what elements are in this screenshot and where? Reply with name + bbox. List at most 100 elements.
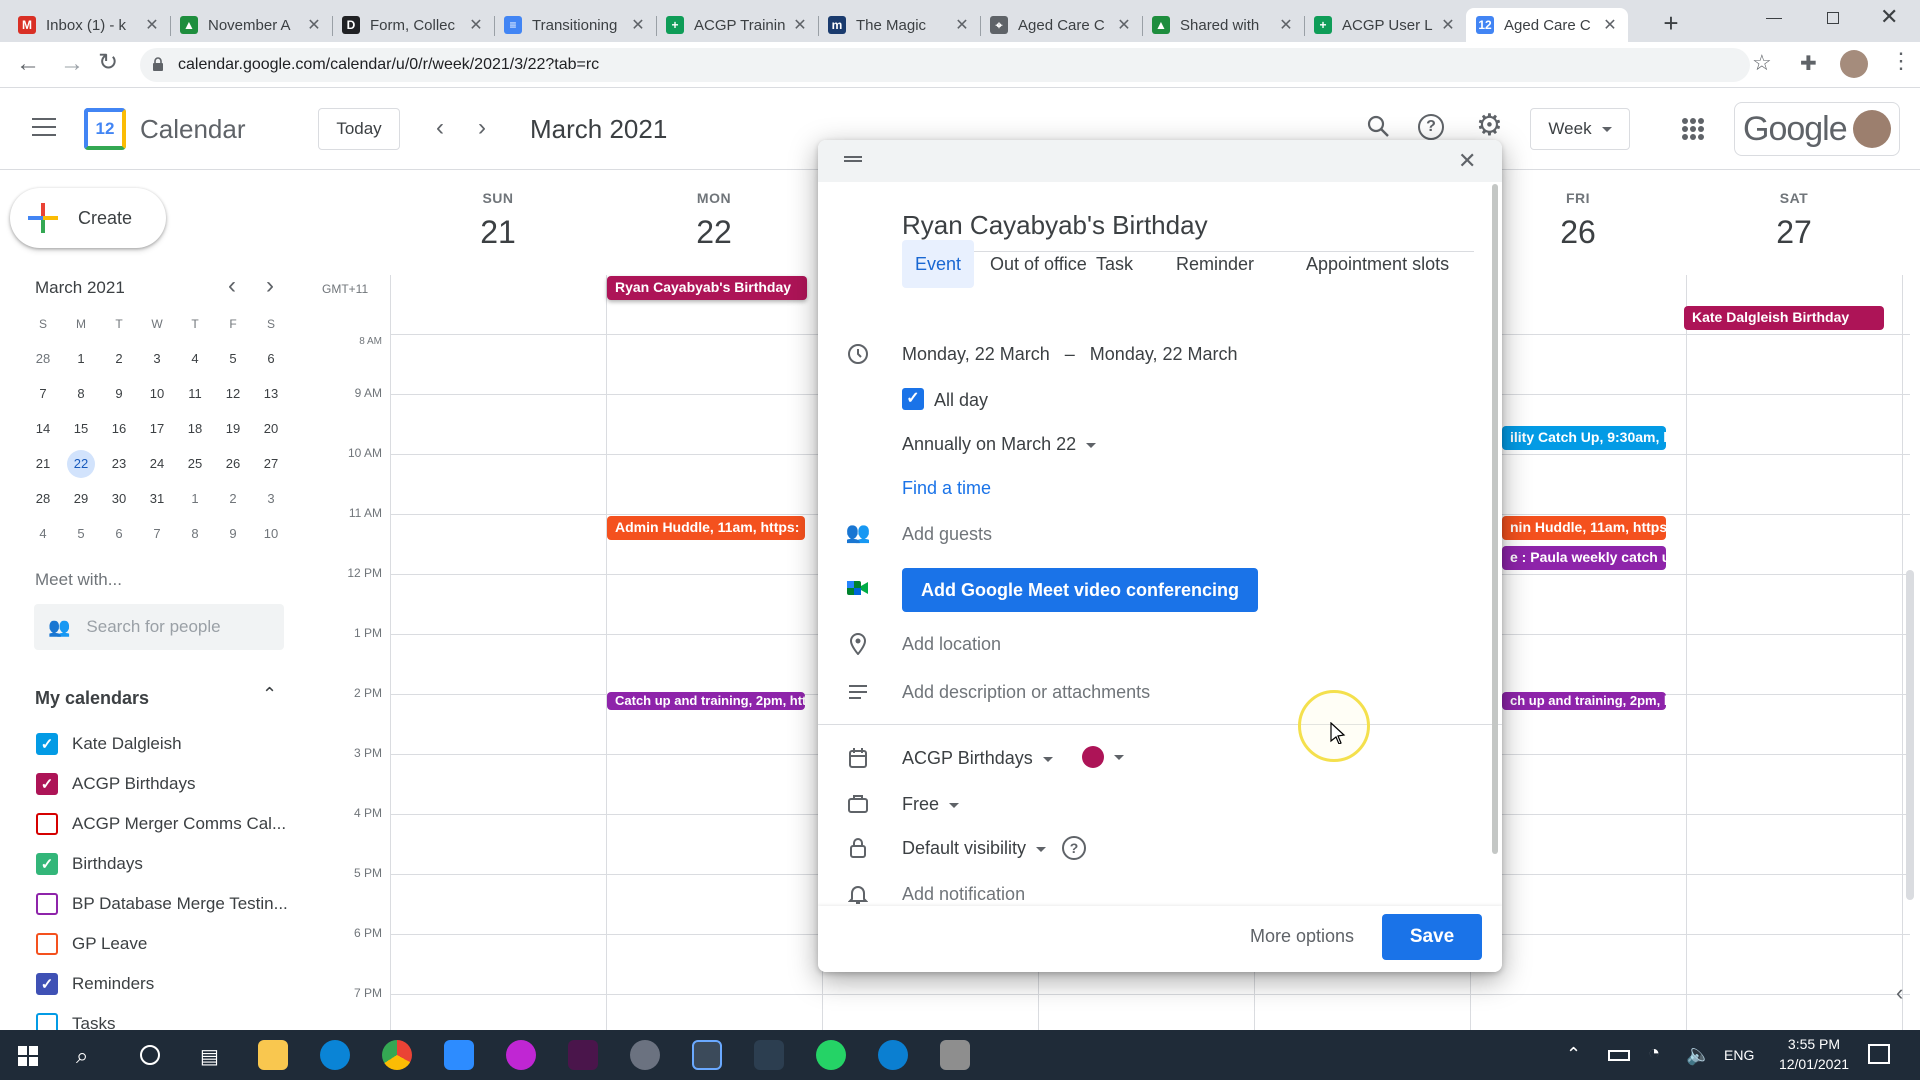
calendar-checkbox[interactable] <box>36 1013 58 1030</box>
mini-day[interactable]: 10 <box>138 386 176 401</box>
day-header[interactable]: SAT 27 <box>1686 190 1902 251</box>
close-tab-icon[interactable]: ✕ <box>306 15 322 35</box>
calendar-list-item[interactable]: GP Leave <box>36 924 147 964</box>
url-field[interactable]: calendar.google.com/calendar/u/0/r/week/… <box>140 48 1750 82</box>
mini-day[interactable]: 4 <box>24 526 62 541</box>
calendar-checkbox[interactable]: ✓ <box>36 853 58 875</box>
day-date[interactable]: 22 <box>606 214 822 251</box>
calendar-list-item[interactable]: ✓ Kate Dalgleish <box>36 724 182 764</box>
all-day-checkbox[interactable]: ✓ <box>902 388 924 410</box>
mini-day[interactable]: 1 <box>62 351 100 366</box>
paint-app-icon[interactable] <box>940 1040 970 1070</box>
start-date[interactable]: Monday, 22 March <box>902 344 1050 364</box>
battery-icon[interactable] <box>1608 1050 1630 1061</box>
calendar-list-item[interactable]: ACGP Merger Comms Cal... <box>36 804 286 844</box>
mini-day[interactable]: 10 <box>252 526 290 541</box>
mini-day[interactable]: 2 <box>100 351 138 366</box>
whatsapp-icon[interactable] <box>816 1040 846 1070</box>
calendar-list-item[interactable]: ✓ Reminders <box>36 964 154 1004</box>
mini-day[interactable]: 14 <box>24 421 62 436</box>
add-location-field[interactable]: Add location <box>902 634 1001 655</box>
day-date[interactable]: 21 <box>390 214 606 251</box>
dialog-scrollbar[interactable] <box>1492 184 1498 854</box>
new-tab-button[interactable]: + <box>1656 8 1686 38</box>
extensions-icon[interactable]: ✚ <box>1800 51 1817 76</box>
tab-task[interactable]: Task <box>1086 240 1143 288</box>
browser-tab[interactable]: M Inbox (1) - k ✕ <box>8 8 170 42</box>
collapse-calendars-icon[interactable]: ⌃ <box>262 684 277 705</box>
end-date[interactable]: Monday, 22 March <box>1090 344 1238 364</box>
close-tab-icon[interactable]: ✕ <box>468 15 484 35</box>
close-window-icon[interactable]: ✕ <box>1880 4 1898 30</box>
day-date[interactable]: 27 <box>1686 214 1902 251</box>
add-description-field[interactable]: Add description or attachments <box>902 682 1150 703</box>
event-kate-birthday[interactable]: Kate Dalgleish Birthday <box>1684 306 1884 330</box>
mini-day[interactable]: 17 <box>138 421 176 436</box>
browser-tab[interactable]: m The Magic ✕ <box>818 8 980 42</box>
back-icon[interactable]: ← <box>16 50 40 78</box>
slack-icon[interactable] <box>568 1040 598 1070</box>
mini-day[interactable]: 3 <box>138 351 176 366</box>
clockify-icon[interactable] <box>506 1040 536 1070</box>
close-tab-icon[interactable]: ✕ <box>1278 15 1294 35</box>
wifi-icon[interactable]: ◔ <box>1648 1042 1660 1065</box>
calendar-select[interactable]: ACGP Birthdays <box>902 748 1053 769</box>
windows-start-icon[interactable] <box>18 1046 38 1066</box>
search-people-input[interactable]: 👥 Search for people <box>34 604 284 650</box>
calendar-list-item[interactable]: ✓ Birthdays <box>36 844 143 884</box>
event-fri-admin-huddle[interactable]: nin Huddle, 11am, https: <box>1502 516 1666 540</box>
mini-day[interactable]: 28 <box>24 351 62 366</box>
mini-day[interactable]: 25 <box>176 456 214 471</box>
mini-day[interactable]: 21 <box>24 456 62 471</box>
find-a-time-link[interactable]: Find a time <box>902 478 991 499</box>
event-mon-catch-up[interactable]: Catch up and training, 2pm, htt <box>607 692 805 710</box>
calendar-list-item[interactable]: BP Database Merge Testin... <box>36 884 288 924</box>
calendar-checkbox[interactable]: ✓ <box>36 733 58 755</box>
app-icon-globe[interactable] <box>630 1040 660 1070</box>
pen-app-icon[interactable] <box>754 1040 784 1070</box>
create-button[interactable]: Create <box>10 188 166 248</box>
event-fri-paula-catch-up[interactable]: e : Paula weekly catch up <box>1502 546 1666 570</box>
task-view-icon[interactable]: ▤ <box>200 1044 219 1069</box>
calendar-checkbox[interactable]: ✓ <box>36 773 58 795</box>
availability-select[interactable]: Free <box>902 794 960 815</box>
bookmark-star-icon[interactable]: ☆ <box>1752 50 1772 76</box>
browser-tab[interactable]: + ACGP User L ✕ <box>1304 8 1466 42</box>
mini-day[interactable]: 6 <box>100 526 138 541</box>
tray-chevron-icon[interactable]: ⌃ <box>1566 1044 1581 1065</box>
mini-day[interactable]: 9 <box>100 386 138 401</box>
tab-event[interactable]: Event <box>902 240 974 288</box>
mini-day[interactable]: 2 <box>214 491 252 506</box>
mini-day[interactable]: 19 <box>214 421 252 436</box>
mini-day[interactable]: 5 <box>62 526 100 541</box>
profile-avatar[interactable] <box>1840 50 1868 78</box>
mini-day[interactable]: 20 <box>252 421 290 436</box>
day-header[interactable]: FRI 26 <box>1470 190 1686 251</box>
minimize-icon[interactable] <box>1766 18 1782 19</box>
mini-day[interactable]: 28 <box>24 491 62 506</box>
calendar-checkbox[interactable] <box>36 813 58 835</box>
forward-icon[interactable]: → <box>60 50 84 78</box>
mini-day[interactable]: 5 <box>214 351 252 366</box>
event-fri-catch-up[interactable]: ch up and training, 2pm, htt <box>1502 692 1666 710</box>
mini-day[interactable]: 31 <box>138 491 176 506</box>
mini-day[interactable]: 29 <box>62 491 100 506</box>
volume-icon[interactable]: 🔈 <box>1686 1042 1711 1067</box>
main-menu-icon[interactable] <box>32 118 56 136</box>
browser-tab[interactable]: ▲ November A ✕ <box>170 8 332 42</box>
side-panel-toggle-icon[interactable]: ‹ <box>1896 980 1903 1006</box>
calendar-checkbox[interactable]: ✓ <box>36 973 58 995</box>
language-indicator[interactable]: ENG <box>1724 1047 1754 1063</box>
mini-day[interactable]: 1 <box>176 491 214 506</box>
add-guests-field[interactable]: Add guests <box>902 524 992 545</box>
save-button[interactable]: Save <box>1382 914 1482 960</box>
browser-tab[interactable]: 12 Aged Care C ✕ <box>1466 8 1628 42</box>
close-tab-icon[interactable]: ✕ <box>954 15 970 35</box>
mini-day[interactable]: 3 <box>252 491 290 506</box>
browser-tab[interactable]: ▲ Shared with ✕ <box>1142 8 1304 42</box>
google-account-chip[interactable]: Google <box>1734 102 1900 156</box>
day-header[interactable]: SUN 21 <box>390 190 606 251</box>
mini-day[interactable]: 4 <box>176 351 214 366</box>
mini-day[interactable]: 12 <box>214 386 252 401</box>
browser-tab[interactable]: D Form, Collec ✕ <box>332 8 494 42</box>
